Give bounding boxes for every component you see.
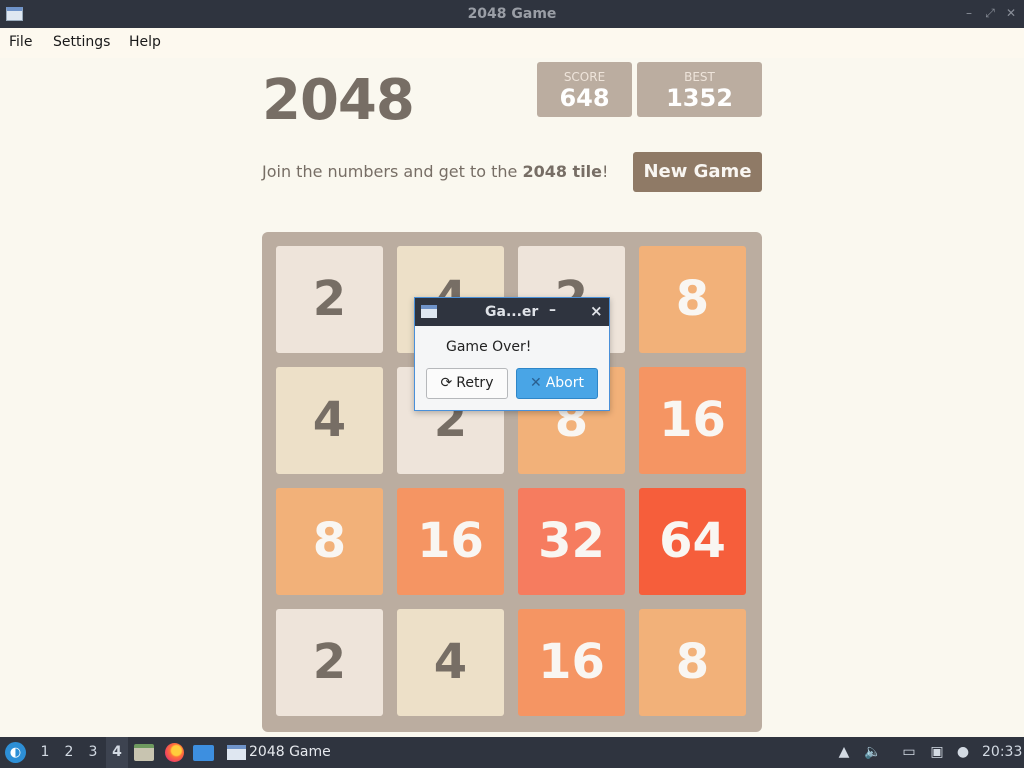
tile-r4-c4: 8	[639, 609, 746, 716]
best-label: BEST	[684, 70, 715, 84]
game-title: 2048	[262, 68, 415, 133]
workspace-4[interactable]: 4	[106, 737, 128, 768]
clock[interactable]: 20:33	[982, 737, 1022, 768]
tile-r4-c3: 16	[518, 609, 625, 716]
tile-r2-c4: 16	[639, 367, 746, 474]
game-over-dialog: Ga...er – × Game Over! ⟳ Retry ✕ Abort	[414, 297, 610, 411]
tile-r1-c4: 8	[639, 246, 746, 353]
minimize-icon[interactable]: –	[962, 6, 976, 20]
intro-text-end: !	[602, 162, 609, 181]
tile-r3-c3: 32	[518, 488, 625, 595]
menu-settings[interactable]: Settings	[53, 34, 110, 50]
dialog-window-icon	[421, 305, 437, 318]
tile-r4-c2: 4	[397, 609, 504, 716]
dialog-message: Game Over!	[446, 339, 532, 355]
firefox-icon[interactable]	[165, 743, 184, 762]
score-value: 648	[559, 84, 610, 112]
workspace-3[interactable]: 3	[84, 737, 102, 768]
menu-file[interactable]: File	[9, 34, 32, 50]
menubar: File Settings Help	[0, 28, 1024, 58]
window-title: 2048 Game	[467, 6, 557, 22]
score-box: SCORE 648	[537, 62, 632, 117]
score-label: SCORE	[563, 70, 606, 84]
task-window-icon[interactable]	[227, 745, 246, 760]
dialog-title: Ga...er	[485, 304, 539, 320]
tile-r4-c1: 2	[276, 609, 383, 716]
refresh-icon: ⟳	[440, 375, 453, 391]
tile-r2-c1: 4	[276, 367, 383, 474]
close-x-icon: ✕	[529, 375, 542, 391]
intro-text-bold: 2048 tile	[522, 162, 603, 181]
maximize-icon[interactable]: ⤢	[983, 6, 997, 20]
intro-text-main: Join the numbers and get to the	[262, 162, 523, 181]
tile-r1-c1: 2	[276, 246, 383, 353]
retry-button[interactable]: ⟳ Retry	[426, 368, 508, 399]
file-manager-icon[interactable]	[134, 744, 154, 761]
show-desktop-icon[interactable]	[193, 745, 214, 761]
taskbar: ◐ 1 2 3 4 2048 Game ▲ 🔈 ▭ ▣ ● 20:33	[0, 737, 1024, 768]
window-titlebar: 2048 Game – ⤢ ✕	[0, 0, 1024, 28]
close-icon[interactable]: ✕	[1004, 6, 1018, 20]
dialog-minimize-icon[interactable]: –	[549, 302, 556, 318]
workspace-1[interactable]: 1	[36, 737, 54, 768]
abort-label: Abort	[545, 375, 584, 391]
dialog-titlebar[interactable]: Ga...er – ×	[415, 298, 609, 326]
workspace-2[interactable]: 2	[60, 737, 78, 768]
dialog-close-icon[interactable]: ×	[590, 302, 603, 320]
volume-icon[interactable]: 🔈	[864, 737, 882, 768]
start-menu-icon[interactable]: ◐	[5, 742, 26, 763]
retry-label: Retry	[456, 375, 494, 391]
tile-r3-c2: 16	[397, 488, 504, 595]
tile-r3-c1: 8	[276, 488, 383, 595]
abort-button[interactable]: ✕ Abort	[516, 368, 598, 399]
tile-r3-c4: 64	[639, 488, 746, 595]
clipboard-icon[interactable]: ▭	[900, 737, 918, 768]
new-game-button[interactable]: New Game	[633, 152, 762, 192]
best-value: 1352	[666, 84, 733, 112]
best-box: BEST 1352	[637, 62, 762, 117]
tray-up-arrow-icon[interactable]: ▲	[836, 737, 852, 768]
intro-text: Join the numbers and get to the 2048 til…	[262, 162, 608, 181]
menu-help[interactable]: Help	[129, 34, 161, 50]
notification-icon[interactable]: ●	[954, 737, 972, 768]
network-icon[interactable]: ▣	[928, 737, 946, 768]
task-2048-game[interactable]: 2048 Game	[249, 737, 331, 768]
